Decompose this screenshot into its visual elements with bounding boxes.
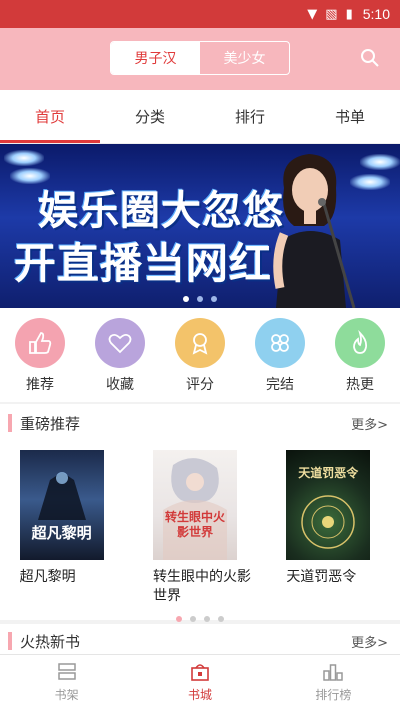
no-sim-icon: ▧ [325,6,338,22]
book-title: 超凡黎明 [19,569,76,585]
book-cover[interactable]: 超凡黎明 [19,450,104,560]
store-icon [189,662,211,686]
featured-section: 重磅推荐 更多> 超凡黎明 超凡黎明 转生眼中火影世界 转生眼中的火影世界 天道… [0,404,400,622]
shortcut-recommend[interactable]: 推荐 [5,318,75,402]
tab-booklist[interactable]: 书单 [300,90,400,143]
shortcut-label: 热更 [346,377,374,393]
pager-dot[interactable] [218,616,224,622]
section-accent-bar [8,632,12,650]
nav-ranking[interactable]: 排行榜 [267,655,400,710]
banner-title-line1: 娱乐圈大忽悠 [38,188,284,234]
bookshelf-icon [56,662,78,686]
cover-title: 超凡黎明 [31,524,92,542]
shortcut-completed[interactable]: 完结 [245,318,315,402]
banner-dot[interactable] [183,296,189,302]
top-tabs: 首页 分类 排行 书单 [0,90,400,144]
clock: 5:10 [362,6,390,22]
nav-label: 排行榜 [315,688,352,702]
section-accent-bar [8,414,12,432]
banner-dot[interactable] [211,296,217,302]
section-header: 重磅推荐 更多> [0,404,400,442]
book-item[interactable]: 转生眼中火影世界 转生眼中的火影世界 [145,450,255,606]
pager-dot[interactable] [204,616,210,622]
pager-dot[interactable] [176,616,182,622]
section-title-wrap: 重磅推荐 [8,413,80,434]
nav-label: 书架 [54,688,79,702]
banner-pager [0,296,400,302]
shortcut-favorites[interactable]: 收藏 [85,318,155,402]
flame-icon [335,318,385,368]
segment-male[interactable]: 男子汉 [111,42,200,74]
hot-section: 火热新书 更多> [0,624,400,658]
tab-home[interactable]: 首页 [0,90,100,143]
cover-title: 天道罚恶令 [298,466,359,480]
nav-label: 书城 [187,688,212,702]
section-title: 重磅推荐 [20,414,81,433]
section-title: 火热新书 [20,632,81,651]
book-cover[interactable]: 转生眼中火影世界 [152,450,237,560]
section-title-wrap: 火热新书 [8,631,80,652]
more-link[interactable]: 更多> [351,414,388,433]
segment-female[interactable]: 美少女 [200,42,289,74]
ranking-icon [322,662,344,686]
shortcut-row: 推荐 收藏 评分 完结 热更 [0,308,400,402]
banner-dot[interactable] [197,296,203,302]
thumbs-up-icon [15,318,65,368]
book-title: 转生眼中的火影世界 [152,569,251,604]
more-link[interactable]: 更多> [351,632,388,651]
bottom-nav: 书架 书城 排行榜 [0,654,400,710]
book-title: 天道罚恶令 [286,569,357,585]
book-cover[interactable]: 天道罚恶令 [286,450,371,560]
cover-title: 转生眼中火影世界 [164,510,225,539]
top-header: 男子汉 美少女 [0,28,400,90]
heart-icon [95,318,145,368]
book-item[interactable]: 超凡黎明 超凡黎明 [12,450,122,606]
wifi-icon: ▼ [307,6,318,22]
tab-category[interactable]: 分类 [100,90,200,143]
nav-bookshelf[interactable]: 书架 [0,655,133,710]
medal-icon [175,318,225,368]
singer-illustration [273,154,356,308]
shortcut-label: 完结 [266,377,294,393]
promo-banner[interactable]: 娱乐圈大忽悠 开直播当网红 [0,144,400,308]
nav-store[interactable]: 书城 [133,655,266,710]
tab-ranking[interactable]: 排行 [200,90,300,143]
shortcut-hot-update[interactable]: 热更 [325,318,395,402]
book-item[interactable]: 天道罚恶令 天道罚恶令 [278,450,388,606]
shortcut-label: 推荐 [26,377,54,393]
status-bar: ▼ ▧ ▮ 5:10 [0,0,400,28]
pager-dot[interactable] [190,616,196,622]
shortcut-label: 评分 [186,377,214,393]
shortcut-label: 收藏 [106,377,134,393]
clover-icon [255,318,305,368]
gender-segment: 男子汉 美少女 [110,41,290,75]
search-icon[interactable] [358,46,382,70]
shortcut-rating[interactable]: 评分 [165,318,235,402]
banner-title-line2: 开直播当网红 [14,239,273,288]
battery-icon: ▮ [345,6,353,22]
section-header: 火热新书 更多> [0,624,400,658]
book-row: 超凡黎明 超凡黎明 转生眼中火影世界 转生眼中的火影世界 天道罚恶令 天道罚恶令 [0,442,400,606]
